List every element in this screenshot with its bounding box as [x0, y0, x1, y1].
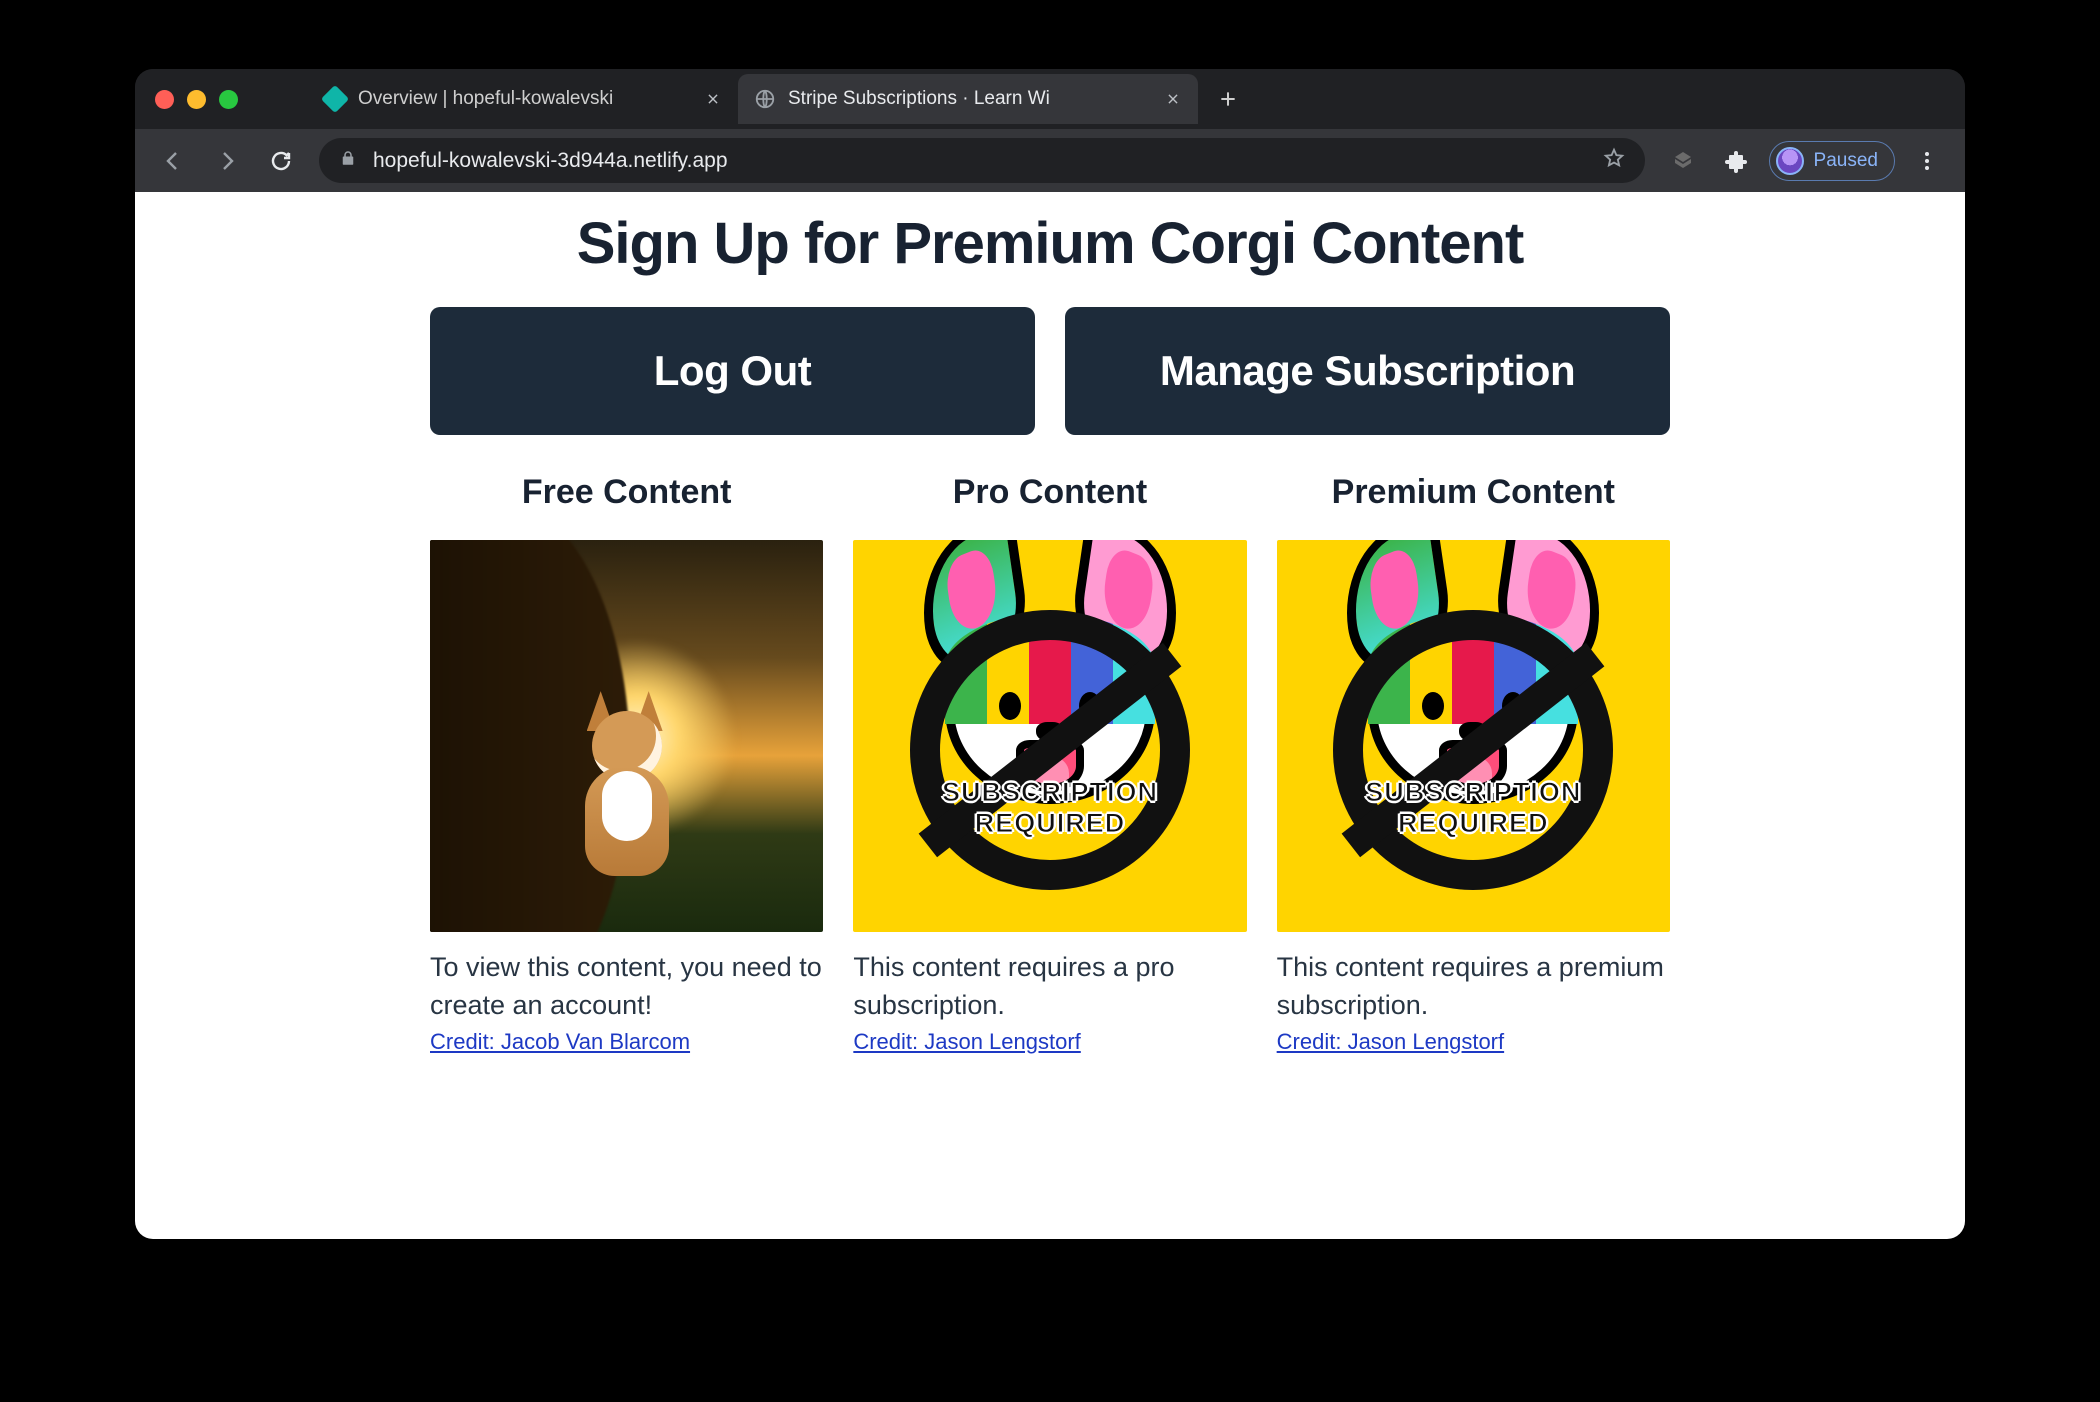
prohibit-icon: [910, 610, 1190, 890]
card-caption: To view this content, you need to create…: [430, 948, 823, 1025]
content-image-locked: SUBSCRIPTION REQUIRED: [853, 540, 1246, 932]
address-bar[interactable]: hopeful-kowalevski-3d944a.netlify.app: [319, 138, 1645, 183]
tab-title: Overview | hopeful-kowalevski: [358, 88, 692, 110]
content-image: [430, 540, 823, 932]
credit-link[interactable]: Credit: Jason Lengstorf: [1277, 1029, 1670, 1055]
lock-icon: [339, 149, 357, 173]
card-free-content: Free Content To view this content, you n…: [430, 473, 823, 1055]
action-buttons: Log Out Manage Subscription: [430, 307, 1670, 435]
card-caption: This content requires a pro subscription…: [853, 948, 1246, 1025]
close-icon[interactable]: [704, 90, 722, 108]
credit-link[interactable]: Credit: Jason Lengstorf: [853, 1029, 1246, 1055]
globe-icon: [754, 88, 776, 110]
reload-button[interactable]: [259, 139, 303, 183]
content-cards: Free Content To view this content, you n…: [430, 473, 1670, 1055]
content-image-locked: SUBSCRIPTION REQUIRED: [1277, 540, 1670, 932]
back-button[interactable]: [151, 139, 195, 183]
browser-window: Overview | hopeful-kowalevski Stripe Sub…: [135, 69, 1965, 1239]
profile-status: Paused: [1814, 150, 1878, 172]
tab-overview[interactable]: Overview | hopeful-kowalevski: [308, 74, 738, 124]
page-title: Sign Up for Premium Corgi Content: [430, 210, 1670, 277]
window-controls: [155, 90, 238, 109]
locked-badge: SUBSCRIPTION REQUIRED: [880, 777, 1220, 839]
netlify-icon: [324, 88, 346, 110]
tab-stripe-subscriptions[interactable]: Stripe Subscriptions · Learn Wi: [738, 74, 1198, 124]
extension-icon[interactable]: [1661, 139, 1705, 183]
toolbar: hopeful-kowalevski-3d944a.netlify.app Pa…: [135, 129, 1965, 192]
locked-badge: SUBSCRIPTION REQUIRED: [1303, 777, 1643, 839]
extensions-button[interactable]: [1715, 139, 1759, 183]
tab-strip: Overview | hopeful-kowalevski Stripe Sub…: [135, 69, 1965, 129]
card-caption: This content requires a premium subscrip…: [1277, 948, 1670, 1025]
profile-chip[interactable]: Paused: [1769, 141, 1895, 181]
card-premium-content: Premium Content: [1277, 473, 1670, 1055]
close-icon[interactable]: [1164, 90, 1182, 108]
avatar-icon: [1776, 147, 1804, 175]
manage-subscription-button[interactable]: Manage Subscription: [1065, 307, 1670, 435]
bookmark-star-icon[interactable]: [1603, 147, 1625, 175]
kebab-menu-button[interactable]: [1905, 139, 1949, 183]
window-close-icon[interactable]: [155, 90, 174, 109]
page-content: Sign Up for Premium Corgi Content Log Ou…: [430, 192, 1670, 1055]
tab-title: Stripe Subscriptions · Learn Wi: [788, 88, 1152, 110]
prohibit-icon: [1333, 610, 1613, 890]
card-title: Free Content: [430, 473, 823, 512]
window-minimize-icon[interactable]: [187, 90, 206, 109]
card-title: Premium Content: [1277, 473, 1670, 512]
url-text: hopeful-kowalevski-3d944a.netlify.app: [373, 149, 1587, 173]
credit-link[interactable]: Credit: Jacob Van Blarcom: [430, 1029, 823, 1055]
card-title: Pro Content: [853, 473, 1246, 512]
new-tab-button[interactable]: [1208, 89, 1248, 109]
forward-button[interactable]: [205, 139, 249, 183]
page-viewport: Sign Up for Premium Corgi Content Log Ou…: [135, 192, 1965, 1239]
card-pro-content: Pro Content SUB: [853, 473, 1246, 1055]
logout-button[interactable]: Log Out: [430, 307, 1035, 435]
window-zoom-icon[interactable]: [219, 90, 238, 109]
